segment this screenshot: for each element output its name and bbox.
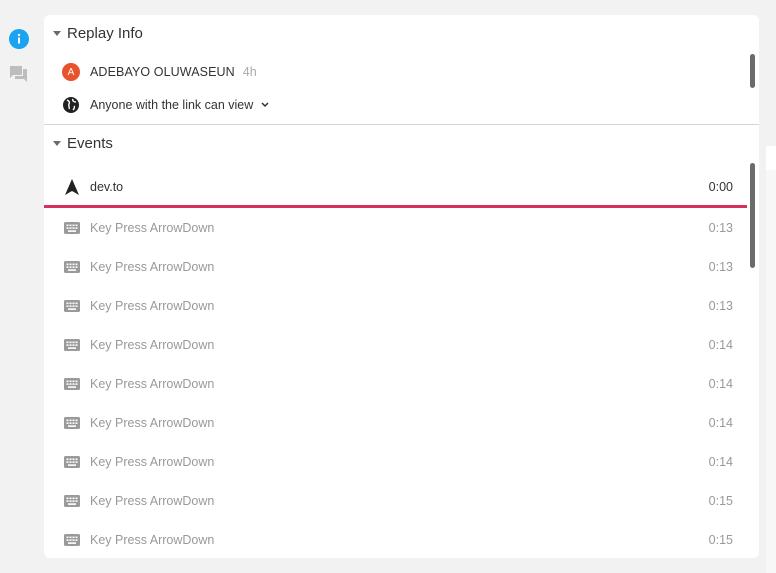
event-row[interactable]: Key Press ArrowDown 0:14 bbox=[44, 403, 747, 442]
replay-info-header[interactable]: Replay Info bbox=[44, 21, 143, 45]
keyboard-icon bbox=[64, 299, 80, 312]
sidebar bbox=[0, 0, 40, 573]
replay-info-title: Replay Info bbox=[67, 24, 143, 42]
chevron-down-icon bbox=[261, 102, 269, 108]
keyboard-icon bbox=[64, 455, 80, 468]
event-row[interactable]: Key Press ArrowDown 0:13 bbox=[44, 208, 747, 247]
event-time: 0:14 bbox=[708, 415, 733, 430]
navigation-icon bbox=[65, 178, 79, 195]
event-time: 0:13 bbox=[708, 259, 733, 274]
event-time: 0:14 bbox=[708, 376, 733, 391]
keyboard-icon bbox=[64, 221, 80, 234]
keyboard-icon bbox=[64, 494, 80, 507]
event-label: Key Press ArrowDown bbox=[90, 259, 215, 274]
event-label: dev.to bbox=[90, 179, 124, 194]
info-icon bbox=[9, 29, 29, 49]
events-scrollbar[interactable] bbox=[750, 163, 755, 268]
event-icon bbox=[63, 299, 81, 312]
event-time: 0:15 bbox=[708, 493, 733, 508]
caret-down-icon bbox=[53, 30, 61, 36]
event-row[interactable]: Key Press ArrowDown 0:15 bbox=[44, 481, 747, 520]
sharing-label: Anyone with the link can view bbox=[90, 98, 254, 112]
event-label: Key Press ArrowDown bbox=[90, 532, 215, 547]
sharing-row: Anyone with the link can view bbox=[62, 96, 270, 114]
event-label: Key Press ArrowDown bbox=[90, 493, 215, 508]
user-time: 4h bbox=[242, 65, 257, 79]
event-label: Key Press ArrowDown bbox=[90, 298, 215, 313]
events-title: Events bbox=[67, 134, 113, 152]
event-label: Key Press ArrowDown bbox=[90, 376, 215, 391]
event-icon bbox=[63, 178, 81, 195]
info-tab-button[interactable] bbox=[8, 28, 30, 50]
globe-icon bbox=[63, 97, 79, 113]
event-row[interactable]: Key Press ArrowDown 0:14 bbox=[44, 364, 747, 403]
keyboard-icon bbox=[64, 260, 80, 273]
event-icon bbox=[63, 494, 81, 507]
keyboard-icon bbox=[64, 377, 80, 390]
replay-author: A ADEBAYO OLUWASEUN 4h bbox=[62, 63, 257, 81]
event-row[interactable]: Key Press ArrowDown 0:13 bbox=[44, 247, 747, 286]
keyboard-icon bbox=[64, 338, 80, 351]
event-icon bbox=[63, 338, 81, 351]
comments-tab-button[interactable] bbox=[8, 63, 30, 85]
events-header[interactable]: Events bbox=[44, 131, 113, 155]
event-row[interactable]: Key Press ArrowDown 0:15 bbox=[44, 520, 747, 558]
info-scrollbar[interactable] bbox=[750, 54, 755, 88]
event-row[interactable]: Key Press ArrowDown 0:14 bbox=[44, 325, 747, 364]
event-label: Key Press ArrowDown bbox=[90, 454, 215, 469]
avatar: A bbox=[62, 63, 80, 81]
event-icon bbox=[63, 533, 81, 546]
event-label: Key Press ArrowDown bbox=[90, 415, 215, 430]
sharing-dropdown[interactable]: Anyone with the link can view bbox=[90, 98, 270, 112]
adjacent-panel bbox=[766, 146, 776, 573]
event-label: Key Press ArrowDown bbox=[90, 220, 215, 235]
event-icon bbox=[63, 221, 81, 234]
event-icon bbox=[63, 260, 81, 273]
keyboard-icon bbox=[64, 416, 80, 429]
comments-icon bbox=[10, 66, 27, 82]
events-list: dev.to 0:00 Key Press ArrowDown 0:13 Key Pre… bbox=[44, 168, 747, 558]
replay-panel: Replay Info A ADEBAYO OLUWASEUN 4h Anyon… bbox=[44, 15, 759, 558]
event-icon bbox=[63, 377, 81, 390]
event-time: 0:13 bbox=[708, 220, 733, 235]
event-label: Key Press ArrowDown bbox=[90, 337, 215, 352]
event-time: 0:14 bbox=[708, 454, 733, 469]
event-icon bbox=[63, 416, 81, 429]
user-name: ADEBAYO OLUWASEUN bbox=[90, 65, 235, 79]
section-divider bbox=[44, 124, 759, 125]
event-icon bbox=[63, 455, 81, 468]
event-row[interactable]: Key Press ArrowDown 0:14 bbox=[44, 442, 747, 481]
caret-down-icon bbox=[53, 140, 61, 146]
event-time: 0:15 bbox=[708, 532, 733, 547]
event-time: 0:14 bbox=[708, 337, 733, 352]
event-time: 0:00 bbox=[708, 179, 733, 194]
event-row-current[interactable]: dev.to 0:00 bbox=[44, 168, 747, 208]
adjacent-panel-header bbox=[766, 146, 776, 170]
event-time: 0:13 bbox=[708, 298, 733, 313]
event-row[interactable]: Key Press ArrowDown 0:13 bbox=[44, 286, 747, 325]
keyboard-icon bbox=[64, 533, 80, 546]
